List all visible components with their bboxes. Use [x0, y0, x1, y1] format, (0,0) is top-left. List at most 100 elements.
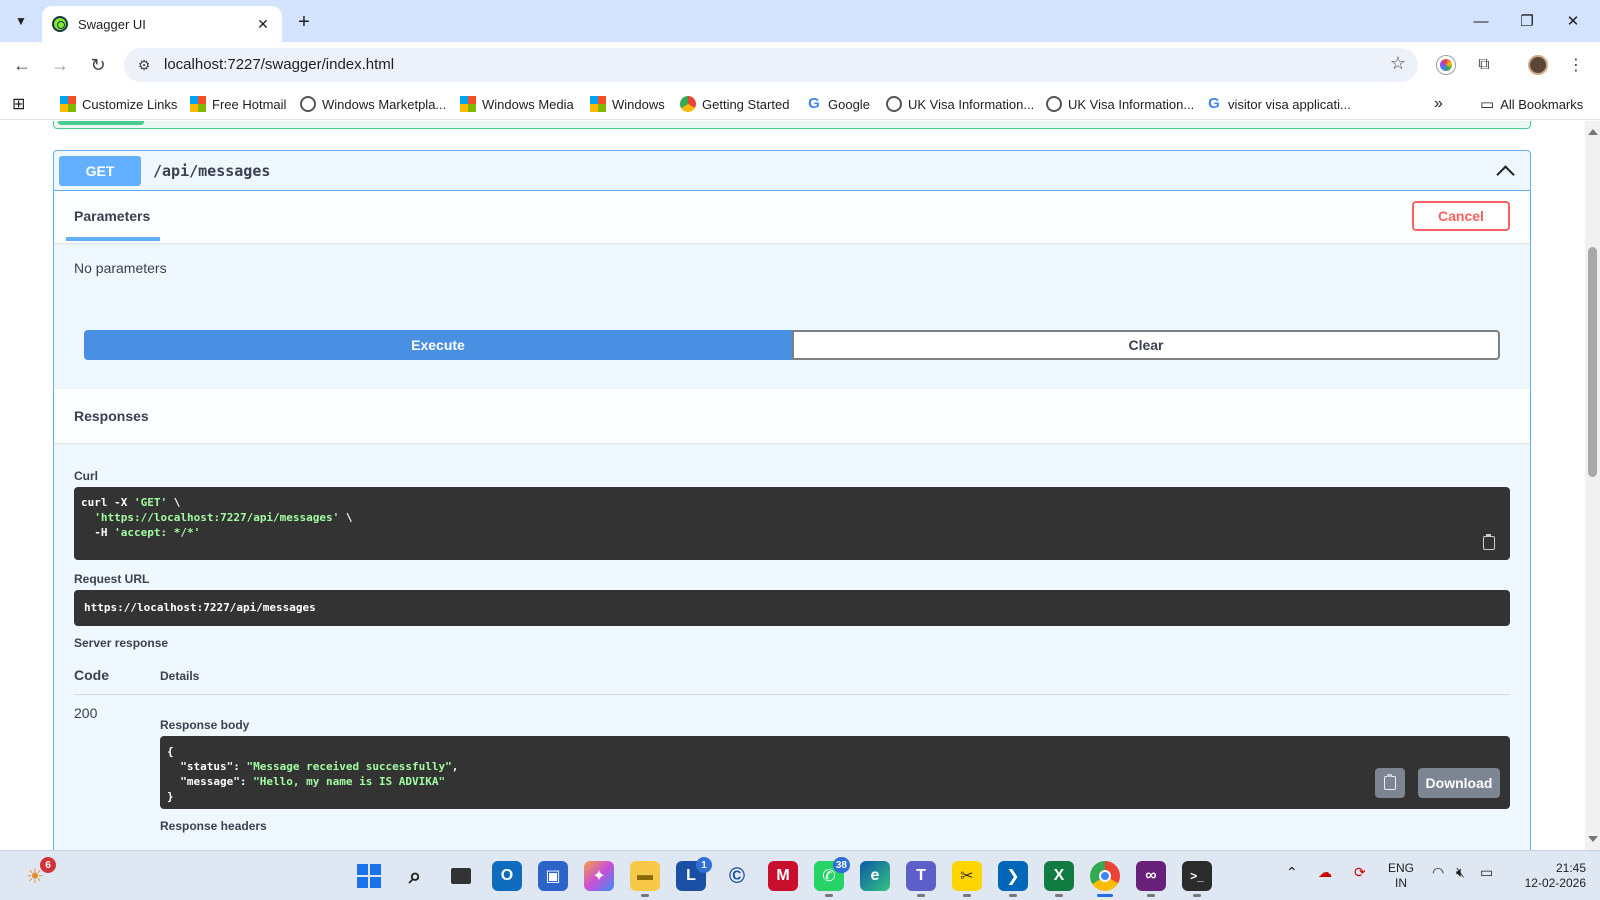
tab-search-chevron-icon[interactable]: ▼ — [8, 8, 34, 34]
responses-title: Responses — [74, 408, 149, 424]
download-button[interactable]: Download — [1418, 768, 1500, 798]
clock[interactable]: 21:45 12-02-2026 — [1512, 861, 1586, 891]
close-tab-icon[interactable]: ✕ — [254, 16, 272, 33]
apps-grid-icon[interactable]: ⊞ — [12, 94, 25, 114]
mcafee-shield-icon[interactable]: M — [768, 861, 798, 891]
volume-muted-icon[interactable]: 🔇︎ — [1456, 865, 1465, 880]
visual-studio-icon[interactable]: ∞ — [1136, 861, 1166, 897]
copilot-icon[interactable]: ✦ — [584, 861, 614, 891]
bookmark-customize-links[interactable]: Customize Links — [60, 94, 177, 114]
tab-parameters[interactable]: Parameters — [74, 208, 150, 224]
responses-header: Responses — [54, 389, 1530, 443]
clock-date: 12-02-2026 — [1524, 876, 1586, 890]
curl-text: \ — [167, 496, 181, 509]
bookmark-free-hotmail[interactable]: Free Hotmail — [190, 94, 286, 114]
curl-command-block[interactable]: curl -X 'GET' \ 'https://localhost:7227/… — [74, 487, 1510, 560]
json-string-value: "Message received successfully" — [246, 760, 452, 773]
search-icon[interactable]: ⌕ — [400, 861, 430, 891]
chrome-logo-icon — [680, 96, 696, 112]
bookmark-windows-media[interactable]: Windows Media — [460, 94, 574, 114]
onedrive-sync-icon[interactable]: ☁ — [1318, 865, 1332, 880]
request-url-block[interactable]: https://localhost:7227/api/messages — [74, 590, 1510, 626]
collapse-chevron-up-icon[interactable] — [1494, 159, 1518, 183]
whatsapp-badge: 38 — [832, 857, 850, 873]
all-bookmarks-folder[interactable]: ▭ All Bookmarks — [1480, 94, 1583, 114]
bookmark-windows-marketplace[interactable]: Windows Marketpla... — [300, 94, 446, 114]
bookmark-label: Getting Started — [702, 96, 790, 112]
bookmarks-bar: ⊞ Customize Links Free Hotmail Windows M… — [0, 88, 1600, 120]
sync-status-icon[interactable]: ⟳ — [1354, 865, 1366, 880]
json-brace: } — [167, 790, 174, 803]
operation-summary[interactable]: GET /api/messages — [54, 151, 1530, 191]
windows-taskbar: ☀ 6 ⌕ O ▣ ✦ ▬ L1 © M ✆ 38 e T ✂ ❯ X ∞ >_ ⌃… — [0, 850, 1600, 900]
bookmark-label: Windows Media — [482, 96, 574, 112]
chrome-icon[interactable] — [1090, 861, 1120, 897]
globe-icon — [1046, 96, 1062, 112]
minimize-icon[interactable]: — — [1458, 6, 1504, 36]
l-app-badge: 1 — [696, 857, 712, 873]
copy-curl-clipboard-icon[interactable] — [1479, 533, 1499, 553]
swagger-favicon-icon — [52, 16, 68, 32]
snip-tool-icon[interactable]: ✂ — [952, 861, 982, 897]
page-scrollbar[interactable] — [1585, 121, 1600, 850]
bookmark-uk-visa-2[interactable]: UK Visa Information... — [1046, 94, 1194, 114]
reload-icon[interactable]: ↻ — [84, 51, 112, 79]
start-windows-icon[interactable] — [354, 861, 384, 891]
task-view-icon[interactable] — [446, 861, 476, 891]
bookmark-uk-visa-1[interactable]: UK Visa Information... — [886, 94, 1034, 114]
terminal-icon[interactable]: >_ — [1182, 861, 1212, 897]
vscode-icon[interactable]: ❯ — [998, 861, 1028, 897]
scrollbar-thumb[interactable] — [1588, 247, 1597, 477]
forward-arrow-icon[interactable]: → — [46, 51, 74, 79]
scroll-up-arrow-icon[interactable] — [1588, 129, 1598, 135]
l-app-icon[interactable]: L1 — [676, 857, 712, 891]
copy-response-clipboard-icon[interactable] — [1375, 768, 1405, 798]
tray-overflow-chevron-icon[interactable]: ⌃ — [1286, 865, 1298, 880]
weather-widget-icon[interactable]: ☀ 6 — [20, 857, 56, 891]
extension-colorful-icon[interactable] — [1434, 53, 1458, 77]
clear-button[interactable]: Clear — [792, 330, 1500, 360]
file-explorer-folder-icon[interactable]: ▬ — [630, 861, 660, 897]
outlook-icon[interactable]: O — [492, 861, 522, 891]
restore-icon[interactable]: ❐ — [1504, 6, 1550, 36]
scroll-down-arrow-icon[interactable] — [1588, 836, 1598, 842]
back-arrow-icon[interactable]: ← — [8, 51, 36, 79]
response-body-block[interactable]: { "status": "Message received successful… — [160, 736, 1510, 809]
extensions-puzzle-icon[interactable]: ⧉ — [1472, 53, 1496, 77]
cancel-button[interactable]: Cancel — [1412, 201, 1510, 231]
bookmark-google[interactable]: G Google — [806, 94, 870, 114]
bookmark-star-icon[interactable]: ☆ — [1390, 53, 1406, 74]
address-bar[interactable]: ⚙ localhost:7227/swagger/index.html ☆ — [124, 48, 1418, 82]
execute-button[interactable]: Execute — [84, 330, 792, 360]
teams-icon[interactable]: T — [906, 861, 936, 897]
microsoft-store-icon[interactable]: ▣ — [538, 861, 568, 891]
execute-wrapper: Execute Clear — [84, 330, 1500, 360]
previous-operation-block — [53, 121, 1531, 129]
language-indicator[interactable]: ENG IN — [1388, 861, 1414, 891]
whatsapp-icon[interactable]: ✆ 38 — [814, 857, 850, 897]
bookmark-label: visitor visa applicati... — [1228, 96, 1351, 112]
bookmark-visitor-visa[interactable]: Gvisitor visa applicati... — [1206, 94, 1351, 114]
bookmark-windows[interactable]: Windows — [590, 94, 665, 114]
microsoft-logo-icon — [590, 96, 606, 112]
more-bookmarks-chevron-icon[interactable]: » — [1434, 94, 1443, 114]
bookmark-getting-started[interactable]: Getting Started — [680, 94, 789, 114]
profile-avatar-icon[interactable] — [1526, 53, 1550, 77]
bookmark-label: UK Visa Information... — [1068, 96, 1195, 112]
url-text[interactable]: localhost:7227/swagger/index.html — [164, 56, 394, 73]
browser-tab[interactable]: Swagger UI ✕ — [42, 6, 282, 42]
close-window-icon[interactable]: ✕ — [1550, 6, 1596, 36]
new-tab-plus-icon[interactable]: + — [290, 8, 318, 36]
site-info-tune-icon[interactable]: ⚙ — [134, 55, 154, 75]
browser-menu-kebab-icon[interactable]: ⋮ — [1564, 53, 1588, 77]
folder-icon: ▭ — [1480, 96, 1495, 113]
response-status-code: 200 — [74, 705, 98, 721]
wifi-icon[interactable]: ◠ — [1432, 865, 1444, 880]
edge-browser-icon[interactable]: e — [860, 861, 890, 891]
parameters-header: Parameters Cancel — [54, 191, 1530, 243]
microsoft-logo-icon — [190, 96, 206, 112]
excel-icon[interactable]: X — [1044, 861, 1074, 897]
battery-icon[interactable]: ▭ — [1480, 865, 1493, 880]
c-app-icon[interactable]: © — [722, 861, 752, 891]
active-tab-underline — [66, 237, 160, 241]
